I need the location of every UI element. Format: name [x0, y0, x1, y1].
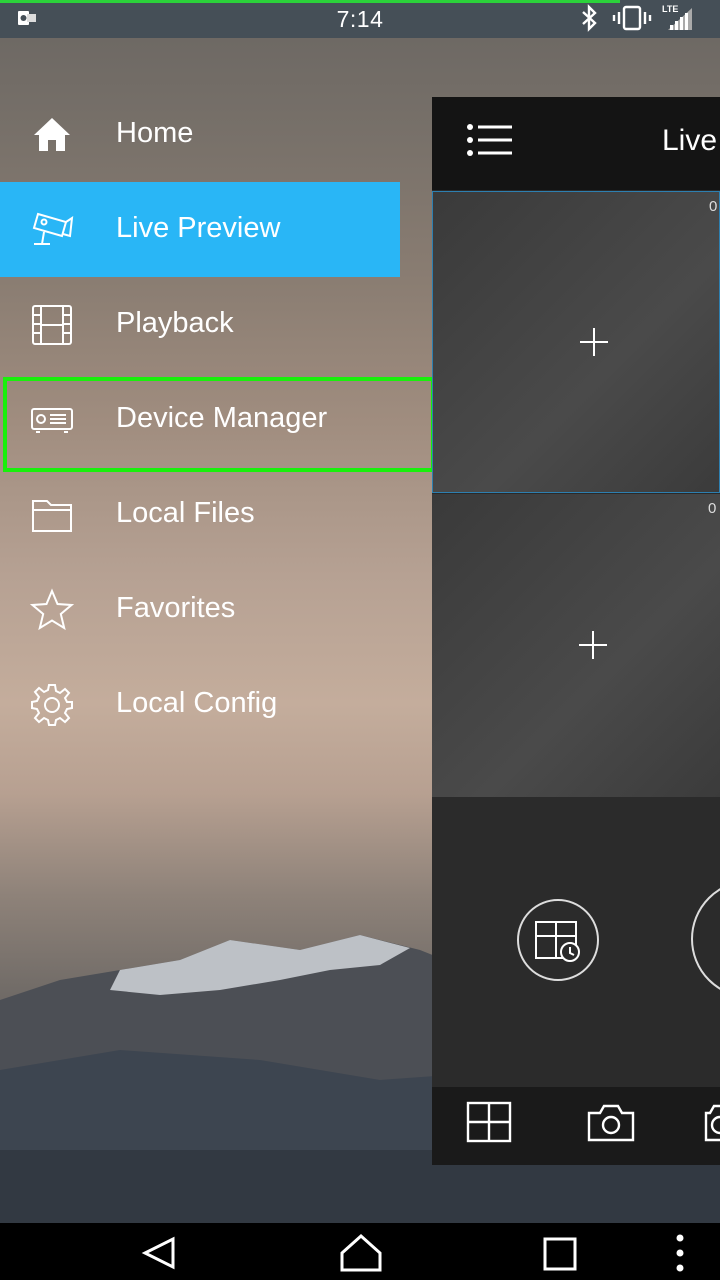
playback-schedule-button-icon[interactable]: [516, 898, 600, 982]
status-bar: 7:14 LTE: [0, 0, 720, 38]
drawer-item-label: Local Files: [116, 497, 255, 529]
cell-number: 0: [708, 500, 717, 517]
cell-number: 0: [709, 198, 718, 215]
video-cell-1[interactable]: 0: [432, 191, 720, 493]
drawer-item-home[interactable]: Home: [0, 87, 400, 182]
signal-icon: [668, 8, 692, 30]
bottom-toolbar: [432, 1087, 720, 1165]
panel-header: Live: [432, 97, 720, 190]
film-icon: [32, 305, 72, 345]
drawer-item-local-files[interactable]: Local Files: [0, 467, 400, 562]
live-preview-panel: Live 0 0: [432, 97, 720, 1165]
drawer-item-label: Live Preview: [116, 212, 281, 244]
gear-icon: [31, 684, 73, 726]
add-device-plus-icon[interactable]: [578, 630, 608, 660]
ptz-control-circle-icon[interactable]: [688, 879, 720, 999]
more-icon[interactable]: [672, 1233, 688, 1273]
add-device-plus-icon[interactable]: [579, 327, 609, 357]
system-navigation-bar: [0, 1223, 720, 1280]
home-icon: [34, 118, 70, 151]
control-area: [432, 797, 720, 1087]
drawer-item-local-config[interactable]: Local Config: [0, 657, 400, 752]
star-icon: [30, 588, 74, 631]
camera-icon: [32, 212, 74, 245]
drawer-item-live-preview[interactable]: Live Preview: [0, 182, 400, 277]
vibrate-icon: [612, 5, 652, 31]
drawer-item-label: Playback: [116, 307, 234, 339]
recents-icon[interactable]: [542, 1236, 578, 1272]
snapshot-camera-icon[interactable]: [586, 1101, 636, 1143]
record-camera-icon[interactable]: [704, 1101, 720, 1143]
status-accent-line: [0, 0, 620, 3]
panel-title: Live: [662, 124, 718, 157]
drawer-item-playback[interactable]: Playback: [0, 277, 400, 372]
drawer-item-label: Home: [116, 117, 194, 149]
bluetooth-icon: [582, 4, 597, 32]
menu-list-icon[interactable]: [466, 123, 514, 159]
split-screen-grid-icon[interactable]: [466, 1101, 512, 1143]
video-cell-2[interactable]: 0: [432, 494, 720, 797]
home-icon[interactable]: [338, 1233, 384, 1273]
drawer-item-label: Local Config: [116, 687, 278, 719]
folder-icon: [32, 500, 72, 532]
selection-highlight-box: [3, 377, 435, 472]
drawer-item-favorites[interactable]: Favorites: [0, 562, 400, 657]
drawer-item-label: Favorites: [116, 592, 236, 624]
back-icon[interactable]: [140, 1236, 178, 1270]
